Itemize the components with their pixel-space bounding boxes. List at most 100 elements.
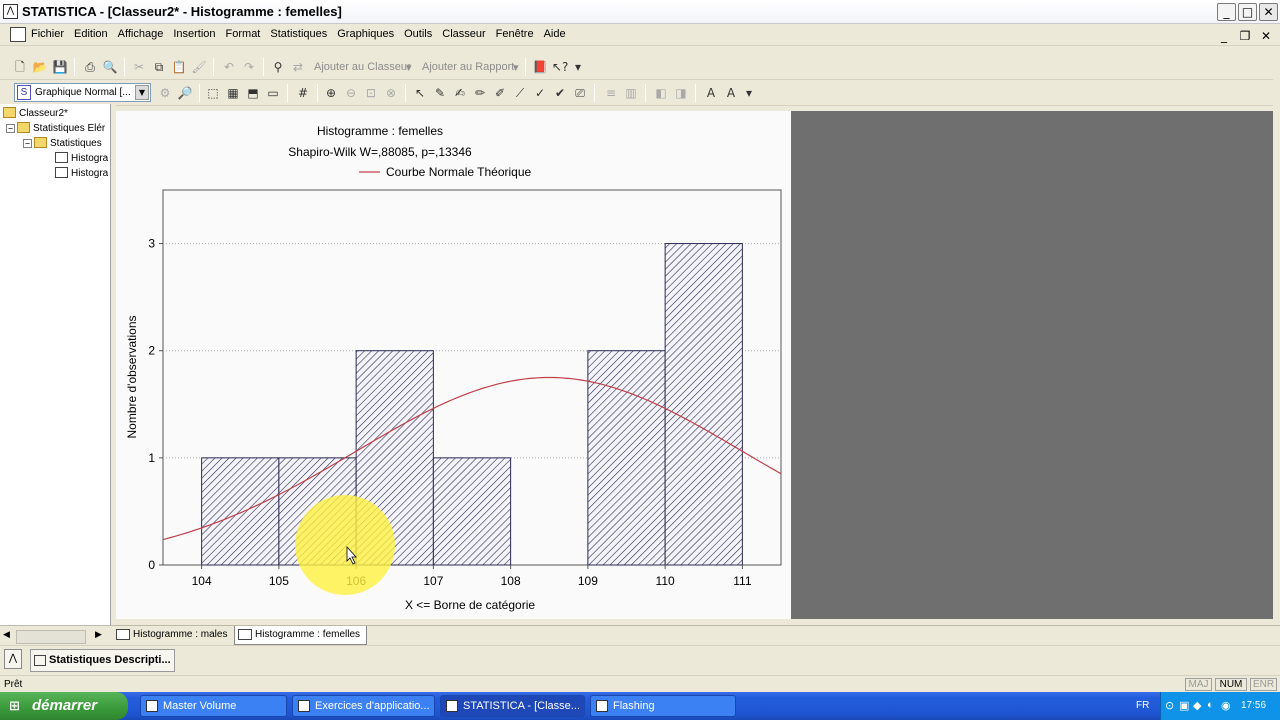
collapse-icon[interactable]: − [23,139,32,148]
tab-histogram-males[interactable]: Histogramme : males [113,626,231,645]
add-to-workbook-dropdown-icon[interactable]: ▾ [406,61,412,74]
freehand-icon[interactable]: ✐ [492,85,508,101]
check-icon[interactable]: ✔ [552,85,568,101]
zoom-area-icon[interactable]: ⊡ [363,85,379,101]
new-file-icon[interactable]: 🗋 [12,59,28,75]
task-master-volume[interactable]: Master Volume [140,695,287,717]
add-to-report-button[interactable]: Ajouter au Rapport [422,61,514,73]
menu-edition[interactable]: Edition [74,28,113,40]
zoom-graph-icon[interactable]: 🔎 [177,85,193,101]
menu-fichier[interactable]: Fichier [31,28,69,40]
tray-help-icon[interactable]: ⊙ [1165,699,1174,712]
format-painter-icon[interactable]: 🖌 [191,59,207,75]
graph-window-icon[interactable]: ▭ [265,85,281,101]
graph-data-icon[interactable]: ⬒ [245,85,261,101]
graph-window[interactable]: Histogramme : femelles Shapiro-Wilk W=,8… [116,111,791,619]
zoom-reset-icon[interactable]: ⊗ [383,85,399,101]
grid-icon[interactable]: # [295,85,311,101]
tab-histogram-femelles[interactable]: Histogramme : femelles [234,626,367,645]
toolbar-options-icon[interactable]: ▾ [570,59,586,75]
graph-options-icon[interactable]: ⚙ [157,85,173,101]
y-tick-label: 0 [148,558,155,572]
tree-level1[interactable]: − Statistiques Elér [6,122,105,134]
start-button[interactable]: ⊞ démarrer [0,692,128,720]
font-size-down-icon[interactable]: A [723,85,739,101]
menu-statistiques[interactable]: Statistiques [270,28,332,40]
zoom-in-icon[interactable]: ⊕ [323,85,339,101]
tree-root[interactable]: Classeur2* [3,107,68,119]
descriptive-stats-button[interactable]: Statistiques Descripti... [30,649,175,672]
vertical-scrollbar[interactable] [1273,46,1280,626]
task-exercices[interactable]: Exercices d'applicatio... [292,695,435,717]
add-to-report-dropdown-icon[interactable]: ▾ [513,61,519,74]
chevron-down-icon[interactable]: ▼ [135,85,149,100]
menu-format[interactable]: Format [226,28,266,40]
bring-front-icon[interactable]: ◧ [653,85,669,101]
tree-leaf-histogram-femelles[interactable]: Histogra [55,167,108,179]
copy-icon[interactable]: ⧉ [151,59,167,75]
stamp-icon[interactable]: ⎚ [572,85,588,101]
menu-graphiques[interactable]: Graphiques [337,28,399,40]
tree-leaf-histogram-males[interactable]: Histogra [55,152,108,164]
paste-icon[interactable]: 📋 [171,59,187,75]
tree-level2[interactable]: − Statistiques [23,137,102,149]
find-icon[interactable]: ⚲ [270,59,286,75]
graph-layout-icon[interactable]: ▦ [225,85,241,101]
horizontal-scrollbar[interactable] [16,630,86,644]
mdi-minimize-icon[interactable]: _ [1216,29,1232,44]
draw-line-icon[interactable]: ⟋ [512,85,528,101]
toolbar2-options-icon[interactable]: ▾ [741,85,757,101]
close-button[interactable]: ✕ [1259,3,1278,21]
undo-icon[interactable]: ↶ [221,59,237,75]
document-icon[interactable] [10,27,26,42]
scroll-left-icon[interactable]: ◀ [3,630,13,644]
menu-outils[interactable]: Outils [404,28,437,40]
tray-security-icon[interactable]: ◆ [1193,699,1201,712]
check-brush-icon[interactable]: ✓ [532,85,548,101]
cut-icon[interactable]: ✂ [131,59,147,75]
add-to-workbook-button[interactable]: Ajouter au Classeur [314,61,411,73]
print-preview-icon[interactable]: 🔍 [102,59,118,75]
distribute-icon[interactable]: ▥ [623,85,639,101]
tree-leaf1-label: Histogra [71,153,109,164]
draw-icon[interactable]: ✏ [472,85,488,101]
menu-aide[interactable]: Aide [544,28,571,40]
redo-icon[interactable]: ↷ [241,59,257,75]
mdi-close-icon[interactable]: ✕ [1258,29,1274,44]
zoom-out-icon[interactable]: ⊖ [343,85,359,101]
send-back-icon[interactable]: ◨ [673,85,689,101]
select-graph-icon[interactable]: ⬚ [205,85,221,101]
task-statistica[interactable]: STATISTICA - [Classe... [440,695,585,717]
tray-network-icon[interactable]: ▣ [1179,699,1189,712]
menu-fenetre[interactable]: Fenêtre [496,28,539,40]
maximize-button[interactable]: □ [1238,3,1257,21]
align-icon[interactable]: ≡ [603,85,619,101]
collapse-icon[interactable]: − [6,124,15,133]
stats-icon [34,655,46,666]
workspace-background [791,111,1273,619]
mdi-restore-icon[interactable]: ❐ [1237,29,1253,44]
edit-text-icon[interactable]: ✍ [452,85,468,101]
menu-affichage[interactable]: Affichage [118,28,169,40]
open-folder-icon[interactable]: 📂 [32,59,48,75]
menu-classeur[interactable]: Classeur [442,28,490,40]
scroll-right-icon[interactable]: ▶ [95,630,105,644]
brush-icon[interactable]: ✎ [432,85,448,101]
graph-type-select[interactable]: S Graphique Normal [... ▼ [14,83,151,102]
task-flashing[interactable]: Flashing [590,695,736,717]
minimize-button[interactable]: _ [1217,3,1236,21]
analysis-icon[interactable]: ⋀ [4,649,22,669]
replace-icon[interactable]: ⇄ [290,59,306,75]
y-axis: 0 1 2 3 [148,237,163,572]
print-icon[interactable]: ⎙ [82,59,98,75]
tray-volume-icon[interactable]: ◐ [1207,699,1214,711]
cursor-highlight [295,495,395,595]
tray-antivirus-icon[interactable]: ◉ [1221,699,1231,712]
save-icon[interactable]: 💾 [52,59,68,75]
book-icon[interactable]: 📕 [532,59,548,75]
font-size-up-icon[interactable]: A [703,85,719,101]
help-pointer-icon[interactable]: ↖? [552,59,568,75]
menu-insertion[interactable]: Insertion [173,28,220,40]
pointer-icon[interactable]: ↖ [412,85,428,101]
language-indicator[interactable]: FR [1136,700,1149,711]
